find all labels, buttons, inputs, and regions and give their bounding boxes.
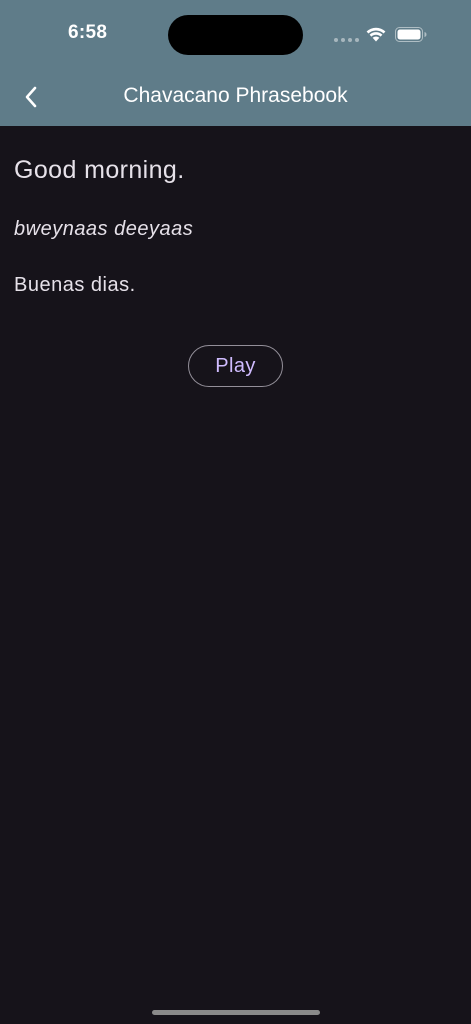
home-indicator[interactable] — [152, 1010, 320, 1015]
phrase-english: Good morning. — [14, 156, 185, 184]
battery-icon — [395, 27, 427, 42]
phrase-pronunciation: bweynaas deeyaas — [14, 218, 194, 240]
dynamic-island — [168, 15, 303, 55]
status-time: 6:58 — [68, 22, 108, 43]
wifi-icon — [366, 27, 386, 42]
play-button[interactable]: Play — [188, 345, 283, 387]
page-title: Chavacano Phrasebook — [123, 84, 348, 107]
signal-dots-icon — [334, 38, 359, 42]
phrase-translation: Buenas dias. — [14, 274, 136, 296]
app-bar: 6:58 Chavacano Phrasebook — [0, 0, 471, 126]
